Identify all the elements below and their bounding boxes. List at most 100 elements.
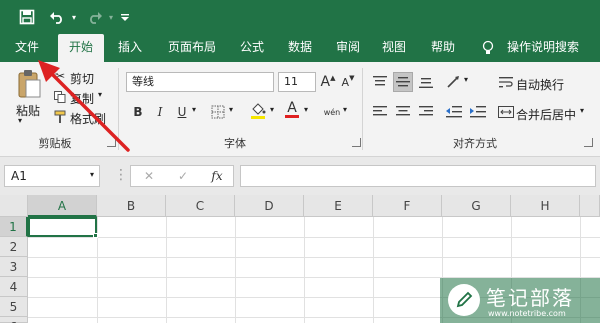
enter-icon[interactable]: ✓ — [173, 166, 193, 186]
grid-line — [28, 237, 600, 238]
cut-icon[interactable]: ✂ — [52, 68, 68, 84]
column-header[interactable]: H — [511, 195, 580, 217]
tell-me-search[interactable]: 操作说明搜索 — [500, 34, 586, 62]
font-color-icon[interactable]: A — [282, 100, 302, 120]
bold-button[interactable]: B — [128, 102, 148, 122]
cancel-icon[interactable]: ✕ — [139, 166, 159, 186]
customize-icon[interactable] — [118, 7, 132, 27]
name-box[interactable]: A1 — [4, 165, 100, 187]
borders-icon[interactable] — [208, 102, 228, 122]
paste-dropdown-icon[interactable]: ▾ — [18, 116, 22, 125]
column-header[interactable] — [580, 195, 600, 217]
row-header[interactable]: 3 — [0, 257, 28, 277]
copy-dropdown-icon[interactable]: ▾ — [98, 90, 102, 99]
copy-button[interactable]: 复制 — [70, 90, 94, 107]
grid-line — [235, 217, 236, 323]
active-cell-a1[interactable] — [28, 217, 97, 237]
redo-icon[interactable] — [84, 7, 106, 27]
align-top-icon[interactable] — [370, 72, 390, 92]
redo-dropdown-icon[interactable]: ▾ — [106, 7, 116, 27]
row-header[interactable]: 1 — [0, 217, 28, 237]
row-header[interactable]: 6 — [0, 317, 28, 323]
name-box-dropdown-icon[interactable]: ▾ — [90, 170, 94, 179]
paste-icon[interactable] — [14, 68, 44, 100]
merge-center-icon[interactable] — [496, 102, 516, 122]
font-name-combo[interactable]: 等线 — [126, 72, 274, 92]
grid-line — [373, 217, 374, 323]
clipboard-group-label: 剪贴板 — [38, 137, 72, 150]
grid-line — [166, 217, 167, 323]
grow-font-icon[interactable]: A ▲ — [318, 72, 338, 92]
align-right-icon[interactable] — [416, 102, 436, 122]
font-size-combo[interactable]: 11 — [278, 72, 316, 92]
shrink-font-icon[interactable]: A ▼ — [338, 72, 358, 92]
fill-color-icon[interactable] — [248, 100, 268, 120]
font-launcher-icon[interactable] — [352, 138, 361, 147]
column-header[interactable]: F — [373, 195, 442, 217]
align-left-icon[interactable] — [370, 102, 390, 122]
orientation-dropdown-icon[interactable]: ▾ — [464, 75, 468, 84]
grid-line — [304, 217, 305, 323]
decrease-indent-icon[interactable] — [444, 102, 464, 122]
merge-center-button[interactable]: 合并后居中 — [516, 106, 576, 123]
tab-review[interactable]: 审阅 — [328, 34, 368, 62]
alignment-launcher-icon[interactable] — [584, 138, 593, 147]
undo-icon[interactable] — [46, 7, 68, 27]
merge-dropdown-icon[interactable]: ▾ — [580, 106, 584, 115]
font-color-dropdown-icon[interactable]: ▾ — [304, 105, 308, 114]
tab-page-layout[interactable]: 页面布局 — [160, 34, 224, 62]
format-painter-icon[interactable] — [52, 109, 68, 125]
phonetic-guide-icon[interactable]: wén — [322, 102, 342, 122]
column-header[interactable]: B — [97, 195, 166, 217]
fill-handle[interactable] — [93, 233, 98, 238]
row-header[interactable]: 4 — [0, 277, 28, 297]
tab-formulas[interactable]: 公式 — [232, 34, 272, 62]
row-header[interactable]: 5 — [0, 297, 28, 317]
align-middle-icon[interactable] — [393, 72, 413, 92]
formula-bar: A1 ▾ ⋮ ✕ ✓ fx — [0, 157, 600, 195]
clipboard-launcher-icon[interactable] — [107, 138, 116, 147]
quick-access-toolbar: ▾ ▾ — [0, 0, 600, 34]
wrap-text-button[interactable]: 自动换行 — [516, 76, 564, 93]
tab-home[interactable]: 开始 — [58, 34, 104, 62]
italic-button[interactable]: I — [150, 102, 170, 122]
phonetic-dropdown-icon[interactable]: ▾ — [343, 105, 347, 114]
lightbulb-icon — [478, 34, 498, 62]
undo-dropdown-icon[interactable]: ▾ — [68, 7, 80, 27]
align-center-icon[interactable] — [393, 102, 413, 122]
increase-indent-icon[interactable] — [468, 102, 488, 122]
underline-button[interactable]: U — [172, 102, 192, 122]
insert-function-icon[interactable]: fx — [207, 166, 227, 186]
fill-color-dropdown-icon[interactable]: ▾ — [270, 105, 274, 114]
formula-input[interactable] — [240, 165, 596, 187]
column-header[interactable]: E — [304, 195, 373, 217]
align-bottom-icon[interactable] — [416, 72, 436, 92]
save-icon[interactable] — [16, 7, 38, 27]
borders-dropdown-icon[interactable]: ▾ — [229, 105, 233, 114]
wrap-text-icon[interactable] — [496, 72, 516, 92]
row-header[interactable]: 2 — [0, 237, 28, 257]
alignment-group-label: 对齐方式 — [453, 137, 497, 150]
font-group-label: 字体 — [224, 137, 246, 150]
group-divider — [362, 68, 363, 150]
tab-file[interactable]: 文件 — [6, 34, 48, 62]
formula-buttons: ✕ ✓ fx — [130, 165, 234, 187]
ribbon-tabs: 文件 开始 插入 页面布局 公式 数据 审阅 视图 帮助 操作说明搜索 — [0, 34, 600, 62]
formula-bar-grip-icon: ⋮ — [114, 167, 128, 183]
watermark: 笔记部落 www.notetribe.com — [440, 278, 600, 323]
column-header[interactable]: C — [166, 195, 235, 217]
select-all-corner[interactable] — [0, 195, 28, 217]
watermark-url: www.notetribe.com — [488, 309, 566, 318]
underline-dropdown-icon[interactable]: ▾ — [192, 105, 196, 114]
column-header[interactable]: D — [235, 195, 304, 217]
column-header[interactable]: A — [28, 195, 97, 217]
column-header[interactable]: G — [442, 195, 511, 217]
tab-data[interactable]: 数据 — [280, 34, 320, 62]
cut-button[interactable]: 剪切 — [70, 70, 94, 87]
format-painter-button[interactable]: 格式刷 — [70, 110, 106, 127]
tab-help[interactable]: 帮助 — [420, 34, 466, 62]
orientation-icon[interactable] — [444, 72, 464, 92]
copy-icon[interactable] — [52, 89, 68, 105]
tab-view[interactable]: 视图 — [374, 34, 414, 62]
tab-insert[interactable]: 插入 — [110, 34, 150, 62]
